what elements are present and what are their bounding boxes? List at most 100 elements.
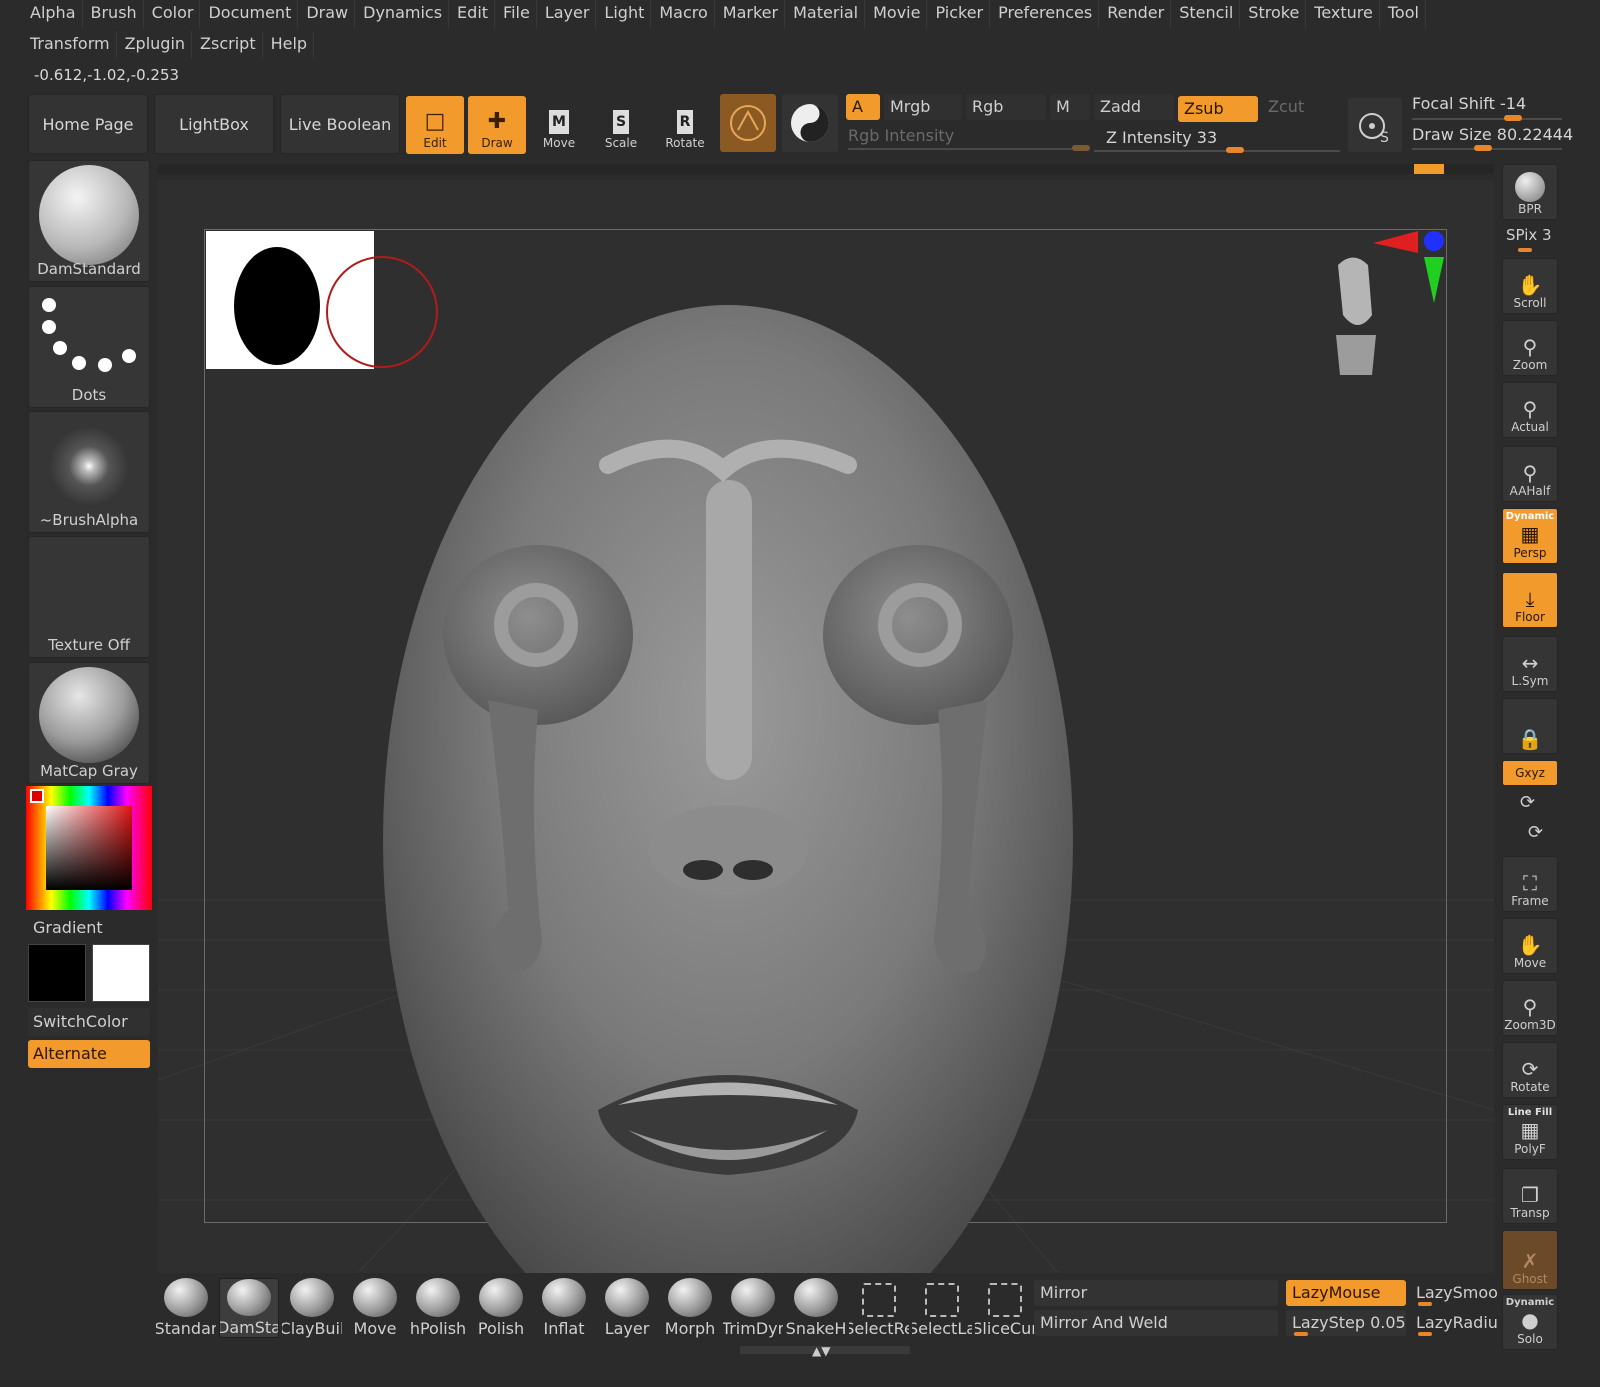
shelf-brush-button[interactable]: DamSta (219, 1278, 279, 1338)
local-symmetry-button[interactable]: ↔ L.Sym (1502, 636, 1558, 692)
menu-item[interactable]: Stroke (1242, 0, 1307, 28)
shelf-brush-button[interactable]: Layer (597, 1278, 657, 1338)
lock-camera-button[interactable]: 🔒 (1502, 698, 1558, 754)
lightbox-button[interactable]: LightBox (154, 94, 274, 154)
home-page-button[interactable]: Home Page (28, 94, 148, 154)
rotate-camera-button[interactable]: ⟳ Rotate (1502, 1042, 1558, 1098)
menu-item[interactable]: Alpha (24, 0, 83, 28)
menu-item[interactable]: Document (202, 0, 299, 28)
floor-toggle[interactable]: ⤓ Floor (1502, 572, 1558, 628)
menu-item[interactable]: Material (787, 0, 866, 28)
scroll-button[interactable]: ✋ Scroll (1502, 258, 1558, 314)
menu-item[interactable]: Light (598, 0, 652, 28)
stroke-settings-button[interactable]: S (1348, 98, 1402, 152)
material-swatch-button[interactable] (720, 94, 776, 152)
persp-toggle[interactable]: Dynamic ▦ Persp (1502, 508, 1558, 564)
lazyradius-knob[interactable] (1418, 1332, 1432, 1336)
shelf-brush-button[interactable]: SelectRe (849, 1278, 909, 1338)
shelf-brush-button[interactable]: Inflat (534, 1278, 594, 1338)
main-color-swatch[interactable] (92, 944, 150, 1002)
menu-item[interactable]: Brush (85, 0, 144, 28)
menu-item[interactable]: Zplugin (119, 31, 193, 59)
secondary-color-swatch[interactable] (28, 944, 86, 1002)
mirror-and-weld-button[interactable]: Mirror And Weld (1034, 1310, 1278, 1336)
lazystep-knob[interactable] (1294, 1332, 1308, 1336)
menu-item[interactable]: Movie (867, 0, 928, 28)
texture-thumbnail[interactable]: Texture Off (28, 536, 150, 658)
polyframe-toggle[interactable]: Line Fill ▦ PolyF (1502, 1104, 1558, 1160)
shelf-brush-button[interactable]: ClayBuil (282, 1278, 342, 1338)
shelf-brush-button[interactable]: hPolish (408, 1278, 468, 1338)
solo-toggle[interactable]: Dynamic ● Solo (1502, 1294, 1558, 1350)
menu-item[interactable]: Color (146, 0, 201, 28)
aahalf-button[interactable]: ⚲ AAHalf (1502, 446, 1558, 502)
menu-item[interactable]: Edit (451, 0, 496, 28)
rgb-toggle[interactable]: Rgb (966, 94, 1046, 120)
ghost-toggle[interactable]: ✗ Ghost (1502, 1230, 1558, 1290)
menu-item[interactable]: Render (1101, 0, 1172, 28)
menu-item[interactable]: Zscript (194, 31, 263, 59)
orientation-gizmo[interactable] (1308, 225, 1448, 375)
a-toggle[interactable]: A (846, 94, 880, 120)
focal-shift-track[interactable] (1412, 118, 1562, 120)
actual-button[interactable]: ⚲ Actual (1502, 382, 1558, 438)
saturation-square[interactable] (46, 806, 132, 890)
edit-mode-button[interactable]: □ Edit (406, 96, 464, 154)
zoom3d-button[interactable]: ⚲ Zoom3D (1502, 980, 1558, 1036)
menu-item[interactable]: Picker (929, 0, 991, 28)
menu-item[interactable]: Help (265, 31, 315, 59)
stroke-thumbnail[interactable]: Dots (28, 286, 150, 408)
z-intensity-knob[interactable] (1226, 147, 1244, 153)
menu-item[interactable]: Preferences (992, 0, 1100, 28)
rotate-y-icon[interactable]: ⟳ (1520, 792, 1535, 813)
shelf-brush-button[interactable]: Polish (471, 1278, 531, 1338)
shelf-brush-button[interactable]: Morph (660, 1278, 720, 1338)
menu-item[interactable]: Dynamics (357, 0, 450, 28)
m-toggle[interactable]: M (1050, 94, 1090, 120)
mrgb-toggle[interactable]: Mrgb (884, 94, 962, 120)
draw-size-knob[interactable] (1474, 145, 1492, 151)
spix-knob[interactable] (1518, 248, 1532, 252)
move-camera-button[interactable]: ✋ Move (1502, 918, 1558, 974)
frame-button[interactable]: ⛶ Frame (1502, 856, 1558, 912)
menu-item[interactable]: Stencil (1173, 0, 1241, 28)
canvas-viewport[interactable] (158, 180, 1494, 1273)
sculptris-pro-button[interactable] (782, 94, 838, 152)
bpr-render-button[interactable]: BPR (1502, 164, 1558, 220)
menu-item[interactable]: Marker (717, 0, 786, 28)
alternate-toggle[interactable]: Alternate (28, 1040, 150, 1068)
material-thumbnail[interactable]: MatCap Gray (28, 662, 150, 784)
shelf-brush-button[interactable]: TrimDyr (723, 1278, 783, 1338)
shelf-brush-button[interactable]: SliceCur (975, 1278, 1035, 1338)
zadd-toggle[interactable]: Zadd (1094, 94, 1174, 120)
menu-item[interactable]: Texture (1308, 0, 1380, 28)
lazysmooth-knob[interactable] (1418, 1302, 1432, 1306)
scale-mode-button[interactable]: S Scale (592, 96, 650, 154)
shelf-brush-button[interactable]: Move (345, 1278, 405, 1338)
menu-item[interactable]: Draw (300, 0, 356, 28)
gradient-toggle[interactable]: Gradient (28, 914, 150, 942)
switch-color-button[interactable]: SwitchColor (28, 1008, 150, 1036)
shelf-brush-button[interactable]: SelectLa (912, 1278, 972, 1338)
menu-item[interactable]: Tool (1382, 0, 1426, 28)
zsub-toggle[interactable]: Zsub (1178, 96, 1258, 122)
shelf-brush-button[interactable]: SnakeH (786, 1278, 846, 1338)
rotate-z-icon[interactable]: ⟳ (1528, 822, 1543, 843)
focal-shift-knob[interactable] (1504, 115, 1522, 121)
mirror-button[interactable]: Mirror (1034, 1280, 1278, 1306)
rgb-intensity-track[interactable] (848, 148, 1088, 150)
color-selector[interactable] (30, 789, 44, 803)
brush-thumbnail[interactable]: DamStandard (28, 160, 150, 282)
rotate-mode-button[interactable]: R Rotate (656, 96, 714, 154)
zcut-toggle[interactable]: Zcut (1262, 94, 1322, 120)
menu-item[interactable]: Macro (653, 0, 715, 28)
xyz-toggle[interactable]: Gxyz (1502, 760, 1558, 786)
menu-item[interactable]: Layer (539, 0, 597, 28)
menu-item[interactable]: File (497, 0, 537, 28)
alpha-thumbnail[interactable]: ~BrushAlpha (28, 411, 150, 533)
shelf-brush-button[interactable]: Standar (156, 1278, 216, 1338)
color-picker[interactable] (26, 786, 152, 910)
lazymouse-toggle[interactable]: LazyMouse (1286, 1280, 1406, 1306)
draw-mode-button[interactable]: ✚ Draw (468, 96, 526, 154)
move-mode-button[interactable]: M Move (530, 96, 588, 154)
